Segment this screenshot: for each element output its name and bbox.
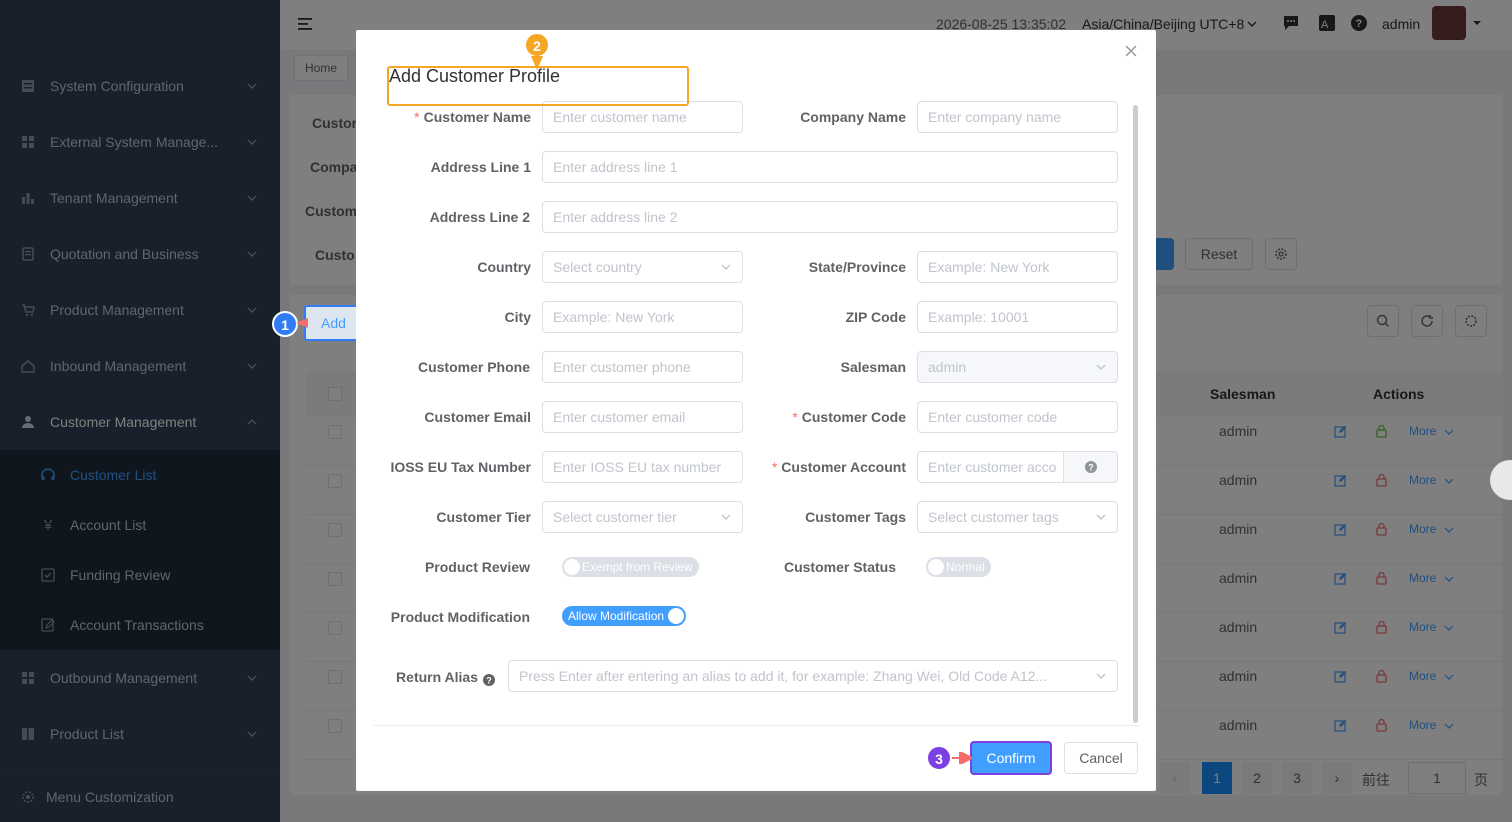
close-icon[interactable] [1124, 44, 1138, 58]
scrollbar[interactable] [1133, 105, 1138, 723]
confirm-button[interactable]: Confirm [970, 741, 1052, 775]
state-input[interactable]: Example: New York [917, 251, 1118, 283]
address-line-2-label: Address Line 2 [429, 209, 530, 225]
step-2-badge: 2 [524, 32, 550, 58]
chevron-down-icon [721, 514, 731, 520]
zip-label: ZIP Code [845, 309, 906, 325]
phone-label: Customer Phone [417, 359, 530, 375]
customer-account-label: * Customer Account [771, 459, 906, 475]
step-1-badge: 1 [272, 311, 298, 337]
address-line-1-label: Address Line 1 [430, 159, 531, 175]
company-name-input[interactable]: Enter company name [917, 101, 1118, 133]
return-alias-label: Return Alias [396, 669, 478, 685]
tags-label: Customer Tags [805, 509, 906, 525]
product-review-label: Product Review [424, 559, 530, 575]
country-label: Country [477, 259, 531, 275]
chevron-down-icon [1096, 364, 1106, 370]
city-label: City [504, 309, 531, 325]
state-label: State/Province [808, 259, 906, 275]
customer-status-label: Customer Status [783, 559, 896, 575]
chevron-down-icon [1096, 673, 1106, 679]
chevron-down-icon [721, 264, 731, 270]
tags-select[interactable]: Select customer tags [917, 501, 1118, 533]
step-3-badge: 3 [926, 745, 952, 771]
switch-knob [564, 559, 580, 575]
product-review-switch[interactable]: Exempt from Review [562, 557, 699, 577]
chevron-down-icon [1096, 514, 1106, 520]
product-modification-switch[interactable]: Allow Modification [562, 606, 687, 626]
account-help-append[interactable]: ? [1063, 452, 1117, 482]
customer-code-label: * Customer Code [792, 409, 906, 425]
salesman-label: Salesman [840, 359, 906, 375]
add-customer-dialog: Add Customer Profile * Customer Name Ente… [356, 30, 1156, 791]
add-button-highlight[interactable]: Add [304, 305, 363, 341]
email-input[interactable]: Enter customer email [542, 401, 743, 433]
pointer-arrow-icon [296, 318, 308, 328]
pointer-arrow-icon [952, 752, 972, 764]
city-input[interactable]: Example: New York [542, 301, 743, 333]
switch-knob [668, 608, 685, 624]
email-label: Customer Email [424, 409, 531, 425]
address-line-1-input[interactable]: Enter address line 1 [542, 151, 1118, 183]
return-alias-select[interactable]: Press Enter after entering an alias to a… [508, 660, 1118, 692]
pointer-arrow-icon [531, 56, 543, 70]
company-name-label: Company Name [800, 109, 906, 125]
zip-input[interactable]: Example: 10001 [917, 301, 1118, 333]
title-highlight-box [387, 66, 689, 106]
country-select[interactable]: Select country [542, 251, 743, 283]
question-circle-icon: ? [1085, 461, 1097, 473]
ioss-input[interactable]: Enter IOSS EU tax number [542, 451, 743, 483]
question-circle-icon[interactable]: ? [483, 674, 495, 686]
ioss-label: IOSS EU Tax Number [390, 459, 531, 475]
tier-label: Customer Tier [436, 509, 531, 525]
salesman-select[interactable]: admin [917, 351, 1118, 383]
customer-status-switch[interactable]: Normal [926, 557, 991, 577]
cancel-button[interactable]: Cancel [1064, 742, 1138, 774]
customer-code-input[interactable]: Enter customer code [917, 401, 1118, 433]
svg-text:?: ? [1088, 463, 1094, 473]
address-line-2-input[interactable]: Enter address line 2 [542, 201, 1118, 233]
tier-select[interactable]: Select customer tier [542, 501, 743, 533]
product-modification-label: Product Modification [390, 609, 530, 625]
switch-knob [928, 559, 944, 575]
footer-divider [373, 725, 1139, 726]
phone-input[interactable]: Enter customer phone [542, 351, 743, 383]
svg-text:?: ? [486, 676, 492, 686]
